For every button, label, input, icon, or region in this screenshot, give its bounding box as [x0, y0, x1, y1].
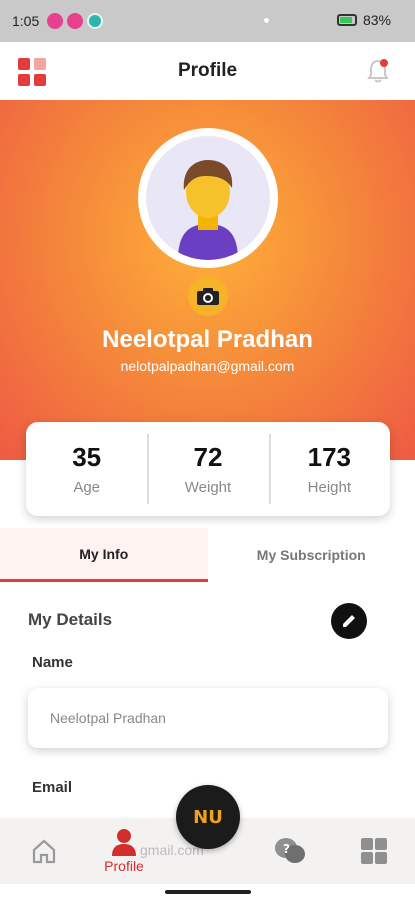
- status-bar: 1:05 83%: [0, 0, 415, 42]
- section-title: My Details: [28, 610, 113, 629]
- status-dot-icon: [264, 18, 269, 23]
- name-field[interactable]: Neelotpal Pradhan: [28, 688, 388, 748]
- name-label: Name: [32, 654, 73, 671]
- user-email: nelotpalpadhan@gmail.com: [120, 358, 295, 374]
- person-icon: [112, 829, 136, 856]
- menu-grid-icon[interactable]: [18, 58, 46, 86]
- notification-app-icon: [47, 13, 64, 29]
- stat-height: 173 Height: [268, 422, 390, 516]
- nav-more[interactable]: [354, 818, 394, 884]
- page-title: Profile: [177, 60, 238, 81]
- notification-app-icon: [87, 13, 104, 29]
- support-chat-icon: ?: [275, 838, 305, 863]
- nav-home[interactable]: [22, 818, 66, 884]
- battery-percent: 83%: [362, 12, 391, 28]
- tab-my-info[interactable]: My Info: [0, 528, 208, 582]
- status-right: 83%: [336, 12, 391, 28]
- edit-pencil-icon: [343, 613, 357, 627]
- status-time: 1:05: [12, 13, 40, 29]
- stat-label: Weight: [184, 479, 232, 496]
- email-label: Email: [32, 779, 73, 796]
- avatar[interactable]: [138, 128, 278, 268]
- grid-more-icon: [361, 838, 387, 864]
- home-indicator: [0, 884, 415, 900]
- home-indicator-bar[interactable]: [165, 890, 251, 894]
- brand-logo-icon: NU: [193, 806, 223, 828]
- camera-icon: [197, 288, 219, 305]
- stat-value: 173: [307, 442, 352, 472]
- svg-text:?: ?: [283, 842, 290, 856]
- stat-age: 35 Age: [26, 422, 147, 516]
- center-logo-button[interactable]: NU: [176, 785, 240, 849]
- stat-value: 72: [193, 442, 223, 472]
- nav-profile-label: Profile: [104, 858, 144, 874]
- tab-my-subscription[interactable]: My Subscription: [207, 528, 415, 582]
- stat-value: 35: [72, 442, 102, 472]
- nav-support[interactable]: ?: [270, 818, 310, 884]
- stat-weight: 72 Weight: [147, 422, 268, 516]
- app-header: Profile: [0, 42, 415, 100]
- profile-hero: Neelotpal Pradhan nelotpalpadhan@gmail.c…: [0, 100, 415, 460]
- stat-label: Height: [307, 479, 351, 496]
- bell-icon[interactable]: [367, 58, 389, 84]
- stat-label: Age: [73, 479, 101, 496]
- battery-icon: [336, 14, 357, 26]
- change-photo-button[interactable]: [188, 276, 228, 316]
- notification-app-icon: [67, 13, 84, 29]
- profile-tabs: My Info My Subscription: [0, 528, 415, 582]
- stats-card: 35 Age 72 Weight 173 Height: [26, 422, 390, 516]
- user-name: Neelotpal Pradhan: [102, 326, 313, 353]
- home-icon: [32, 839, 56, 864]
- edit-details-button[interactable]: [331, 603, 367, 639]
- avatar-image: [146, 136, 270, 260]
